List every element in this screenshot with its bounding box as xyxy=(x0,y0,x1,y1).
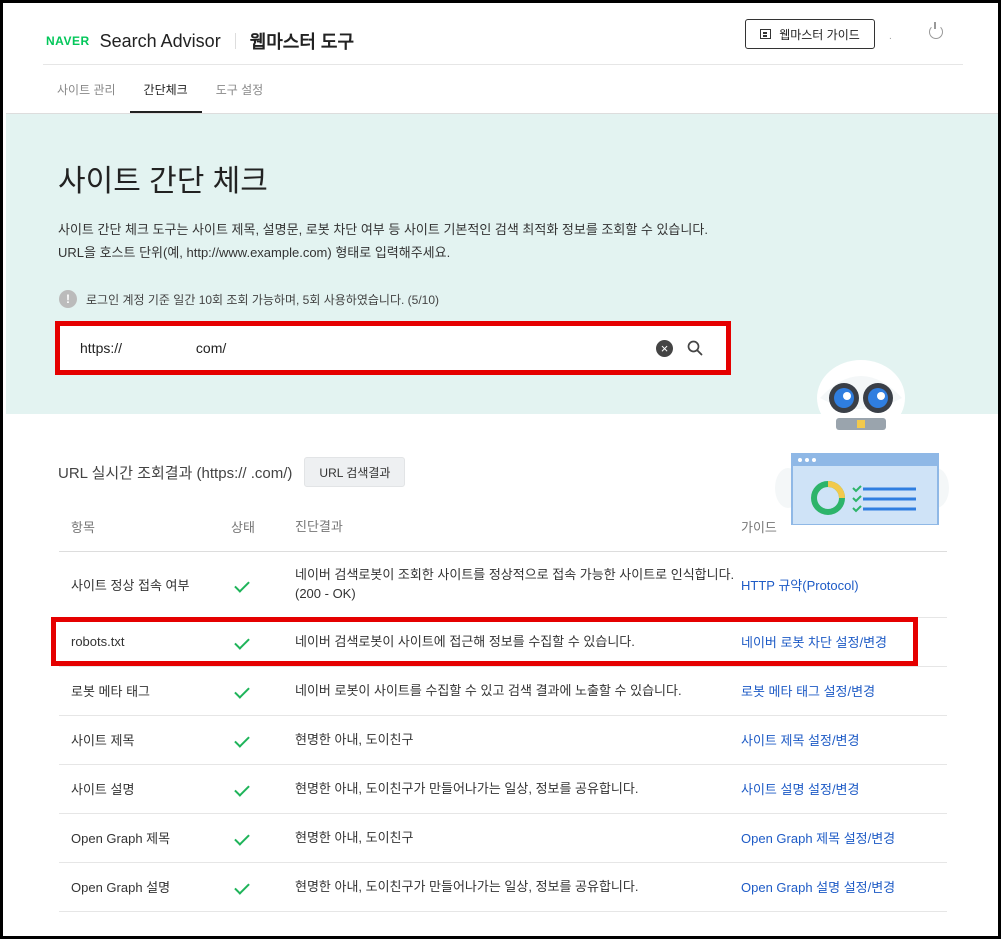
table-row: 사이트 제목 현명한 아내, 도이친구 사이트 제목 설정/변경 xyxy=(59,715,947,765)
row-item: Open Graph 설명 xyxy=(59,862,231,912)
page-frame: NAVER Search Advisor 웹마스터 도구 웹마스터 가이드 . … xyxy=(0,0,1001,939)
row-status xyxy=(231,617,295,667)
check-icon xyxy=(234,879,250,895)
guide-link[interactable]: Open Graph 제목 설정/변경 xyxy=(741,831,895,846)
guide-link[interactable]: HTTP 규약(Protocol) xyxy=(741,578,859,593)
description-line-1: 사이트 간단 체크 도구는 사이트 제목, 설명문, 로봇 차단 여부 등 사이… xyxy=(58,222,708,237)
row-item: 사이트 설명 xyxy=(59,764,231,814)
tab-label: 사이트 관리 xyxy=(57,82,116,97)
row-item: 사이트 제목 xyxy=(59,715,231,765)
webmaster-guide-button[interactable]: 웹마스터 가이드 xyxy=(745,19,875,49)
row-status xyxy=(231,764,295,814)
brand-name: Search Advisor xyxy=(99,30,221,51)
row-item: 로봇 메타 태그 xyxy=(59,666,231,716)
top-header: NAVER Search Advisor 웹마스터 도구 웹마스터 가이드 . xyxy=(43,15,963,65)
row-result: 현명한 아내, 도이친구 xyxy=(295,813,741,863)
guide-link[interactable]: 사이트 설명 설정/변경 xyxy=(741,782,859,797)
row-result: 네이버 로봇이 사이트를 수집할 수 있고 검색 결과에 노출할 수 있습니다. xyxy=(295,666,741,716)
row-result: 현명한 아내, 도이친구가 만들어나가는 일상, 정보를 공유합니다. xyxy=(295,862,741,912)
row-guide: 로봇 메타 태그 설정/변경 xyxy=(741,666,947,716)
row-guide: HTTP 규약(Protocol) xyxy=(741,551,947,618)
col-status: 상태 xyxy=(231,503,295,552)
tab-label: 도구 설정 xyxy=(215,82,264,97)
row-result: 현명한 아내, 도이친구 xyxy=(295,715,741,765)
row-status xyxy=(231,715,295,765)
power-icon[interactable] xyxy=(929,22,943,39)
row-guide: 사이트 설명 설정/변경 xyxy=(741,764,947,814)
check-icon xyxy=(234,732,250,748)
robot-illustration xyxy=(775,360,949,525)
url-input[interactable] xyxy=(80,326,620,370)
table-row: Open Graph 제목 현명한 아내, 도이친구 Open Graph 제목… xyxy=(59,813,947,863)
guide-link[interactable]: 사이트 제목 설정/변경 xyxy=(741,733,859,748)
table-row: 사이트 설명 현명한 아내, 도이친구가 만들어나가는 일상, 정보를 공유합니… xyxy=(59,764,947,814)
tab-simple-check[interactable]: 간단체크 xyxy=(129,65,202,113)
tab-label: 간단체크 xyxy=(143,82,188,97)
col-guide: 가이드 xyxy=(741,503,947,552)
row-guide: Open Graph 설명 설정/변경 xyxy=(741,862,947,912)
table-row: robots.txt 네이버 검색로봇이 사이트에 접근해 정보를 수집할 수 … xyxy=(59,617,947,667)
row-result: 네이버 검색로봇이 조회한 사이트를 정상적으로 접속 가능한 사이트로 인식합… xyxy=(295,551,741,618)
webmaster-guide-label: 웹마스터 가이드 xyxy=(779,27,860,42)
url-search-box: × xyxy=(55,321,731,375)
col-item: 항목 xyxy=(59,503,231,552)
row-status xyxy=(231,813,295,863)
url-search-results-button[interactable]: URL 검색결과 xyxy=(304,457,406,487)
guide-link[interactable]: Open Graph 설명 설정/변경 xyxy=(741,880,895,895)
row-status xyxy=(231,862,295,912)
usage-notice-text: 로그인 계정 기준 일간 10회 조회 가능하며, 5회 사용하였습니다. (5… xyxy=(86,292,440,307)
book-icon xyxy=(760,29,772,39)
guide-link[interactable]: 로봇 메타 태그 설정/변경 xyxy=(741,684,875,699)
description-line-2: URL을 호스트 단위(예, http://www.example.com) 형… xyxy=(58,245,451,260)
nav-tabs: 사이트 관리 간단체크 도구 설정 xyxy=(43,65,963,113)
row-result: 현명한 아내, 도이친구가 만들어나가는 일상, 정보를 공유합니다. xyxy=(295,764,741,814)
search-icon[interactable] xyxy=(686,339,704,357)
logo[interactable]: NAVER Search Advisor 웹마스터 도구 xyxy=(46,28,354,54)
results-title: URL 실시간 조회결과 (https:// .com/) xyxy=(58,464,293,482)
table-row: Open Graph 설명 현명한 아내, 도이친구가 만들어나가는 일상, 정… xyxy=(59,862,947,912)
results-table: 항목 상태 진단결과 가이드 사이트 정상 접속 여부 네이버 검색로봇이 조회… xyxy=(59,503,947,912)
user-account[interactable]: . xyxy=(889,31,892,42)
row-guide: Open Graph 제목 설정/변경 xyxy=(741,813,947,863)
row-item: robots.txt xyxy=(59,617,231,667)
table-row: 사이트 정상 접속 여부 네이버 검색로봇이 조회한 사이트를 정상적으로 접속… xyxy=(59,551,947,618)
row-item: Open Graph 제목 xyxy=(59,813,231,863)
info-icon: ! xyxy=(59,290,77,308)
row-status xyxy=(231,666,295,716)
tab-site-management[interactable]: 사이트 관리 xyxy=(43,65,130,113)
check-icon xyxy=(234,576,250,593)
check-icon xyxy=(234,830,250,846)
row-guide: 사이트 제목 설정/변경 xyxy=(741,715,947,765)
row-guide: 네이버 로봇 차단 설정/변경 xyxy=(741,617,947,667)
guide-link[interactable]: 네이버 로봇 차단 설정/변경 xyxy=(741,635,887,650)
row-item: 사이트 정상 접속 여부 xyxy=(59,551,231,618)
usage-notice: ! 로그인 계정 기준 일간 10회 조회 가능하며, 5회 사용하였습니다. … xyxy=(59,290,439,308)
clear-icon[interactable]: × xyxy=(656,340,673,357)
table-header-row: 항목 상태 진단결과 가이드 xyxy=(59,503,947,552)
check-icon xyxy=(234,634,250,650)
page-description: 사이트 간단 체크 도구는 사이트 제목, 설명문, 로봇 차단 여부 등 사이… xyxy=(58,218,708,264)
col-result: 진단결과 xyxy=(295,503,741,552)
row-status xyxy=(231,551,295,618)
naver-logo: NAVER xyxy=(46,34,90,48)
tab-tool-settings[interactable]: 도구 설정 xyxy=(202,65,278,113)
tool-title: 웹마스터 도구 xyxy=(249,32,355,52)
row-result: 네이버 검색로봇이 사이트에 접근해 정보를 수집할 수 있습니다. xyxy=(295,617,741,667)
hero-section: 사이트 간단 체크 사이트 간단 체크 도구는 사이트 제목, 설명문, 로봇 … xyxy=(6,114,998,525)
check-icon xyxy=(234,781,250,797)
header-divider xyxy=(234,33,236,49)
results-header: URL 실시간 조회결과 (https:// .com/) URL 검색결과 xyxy=(58,457,406,487)
page-title: 사이트 간단 체크 xyxy=(58,165,268,198)
check-icon xyxy=(234,683,250,699)
table-row: 로봇 메타 태그 네이버 로봇이 사이트를 수집할 수 있고 검색 결과에 노출… xyxy=(59,666,947,716)
